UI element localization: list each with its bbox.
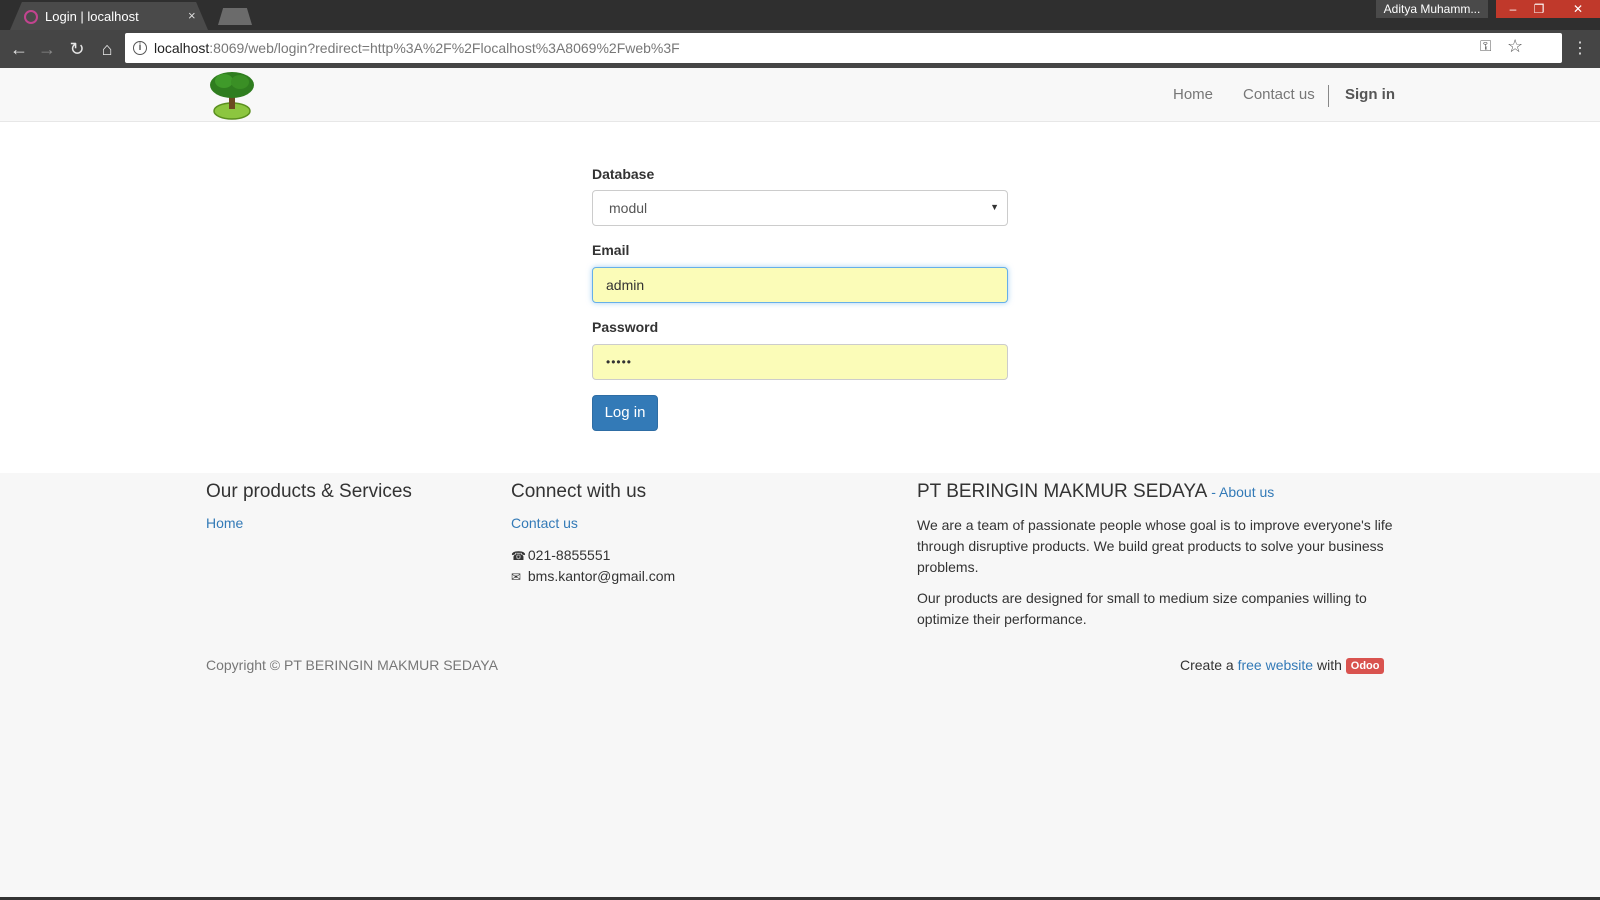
star-icon[interactable]: ☆ <box>1507 36 1523 57</box>
profile-button[interactable]: Aditya Muhamm... <box>1376 0 1488 18</box>
phone-line: ☎ 021-8855551 <box>511 547 610 563</box>
footer-home-link[interactable]: Home <box>206 515 243 531</box>
password-field[interactable]: ••••• <box>592 344 1008 380</box>
maximize-button[interactable]: ❐ <box>1522 0 1556 18</box>
home-icon[interactable]: ⌂ <box>96 38 118 60</box>
login-section: Database modul ▼ Email admin Password ••… <box>0 122 1600 473</box>
phone-icon: ☎ <box>511 549 526 563</box>
password-label: Password <box>592 319 659 335</box>
about-paragraph-2: Our products are designed for small to m… <box>917 590 1367 627</box>
odoo-favicon-icon <box>24 10 38 24</box>
powered-by: Create a free website with Odoo <box>1180 657 1385 674</box>
products-heading: Our products & Services <box>206 481 412 502</box>
key-icon[interactable]: ⚿ <box>1480 38 1491 55</box>
new-tab-button[interactable] <box>218 8 252 25</box>
url-path: :8069/web/login?redirect=http%3A%2F%2Flo… <box>209 40 680 56</box>
email-label: Email <box>592 242 630 258</box>
tab-close-icon[interactable]: × <box>188 8 196 23</box>
nav-contact-link[interactable]: Contact us <box>1243 86 1315 103</box>
company-heading: PT BERINGIN MAKMUR SEDAYA - About us <box>917 481 1274 503</box>
forward-arrow-icon[interactable]: → <box>36 38 58 60</box>
envelope-icon: ✉ <box>511 570 522 584</box>
login-button[interactable]: Log in <box>592 395 658 431</box>
phone-number: 021-8855551 <box>527 547 611 563</box>
site-header: Home Contact us Sign in <box>0 68 1600 122</box>
tab-title: Login | localhost <box>45 9 139 24</box>
company-name: PT BERINGIN MAKMUR SEDAYA <box>917 481 1208 502</box>
powered-prefix: Create a <box>1180 657 1238 673</box>
menu-dots-icon[interactable]: ⋮ <box>1572 38 1588 58</box>
address-bar[interactable]: i localhost:8069/web/login?redirect=http… <box>125 33 1562 63</box>
email-field[interactable]: admin <box>592 267 1008 303</box>
powered-mid: with <box>1313 657 1346 673</box>
browser-toolbar: ← → ↻ ⌂ i localhost:8069/web/login?redir… <box>0 30 1600 68</box>
copyright-text: Copyright © PT BERINGIN MAKMUR SEDAYA <box>206 657 498 673</box>
company-logo[interactable] <box>206 69 258 121</box>
free-website-link[interactable]: free website <box>1238 657 1313 673</box>
url-text: localhost:8069/web/login?redirect=http%3… <box>154 40 680 56</box>
dropdown-caret-icon: ▼ <box>990 202 999 212</box>
database-value: modul <box>609 200 648 216</box>
nav-signin-link[interactable]: Sign in <box>1345 86 1395 103</box>
about-paragraph-1: We are a team of passionate people whose… <box>917 517 1393 575</box>
back-arrow-icon[interactable]: ← <box>8 38 30 60</box>
database-label: Database <box>592 166 655 182</box>
database-select[interactable]: modul ▼ <box>592 190 1008 226</box>
contact-email[interactable]: bms.kantor@gmail.com <box>528 568 675 584</box>
about-dash: - <box>1207 484 1219 500</box>
url-host: localhost <box>154 40 210 56</box>
close-window-button[interactable]: ✕ <box>1556 0 1600 18</box>
browser-tab[interactable]: Login | localhost × <box>10 2 208 30</box>
footer-contact-link[interactable]: Contact us <box>511 515 578 531</box>
password-value: ••••• <box>606 355 633 369</box>
browser-tab-bar: Login | localhost × Aditya Muhamm... ‒ ❐… <box>0 0 1600 30</box>
nav-home-link[interactable]: Home <box>1173 86 1213 103</box>
email-value: admin <box>606 277 645 293</box>
info-icon[interactable]: i <box>133 41 147 55</box>
connect-heading: Connect with us <box>511 481 647 502</box>
email-line: ✉ bms.kantor@gmail.com <box>511 568 675 584</box>
footer: Our products & Services Home Connect wit… <box>0 473 1600 900</box>
nav-divider <box>1328 85 1329 107</box>
about-us-link[interactable]: About us <box>1219 484 1274 500</box>
odoo-badge[interactable]: Odoo <box>1345 658 1385 674</box>
reload-icon[interactable]: ↻ <box>66 38 88 60</box>
